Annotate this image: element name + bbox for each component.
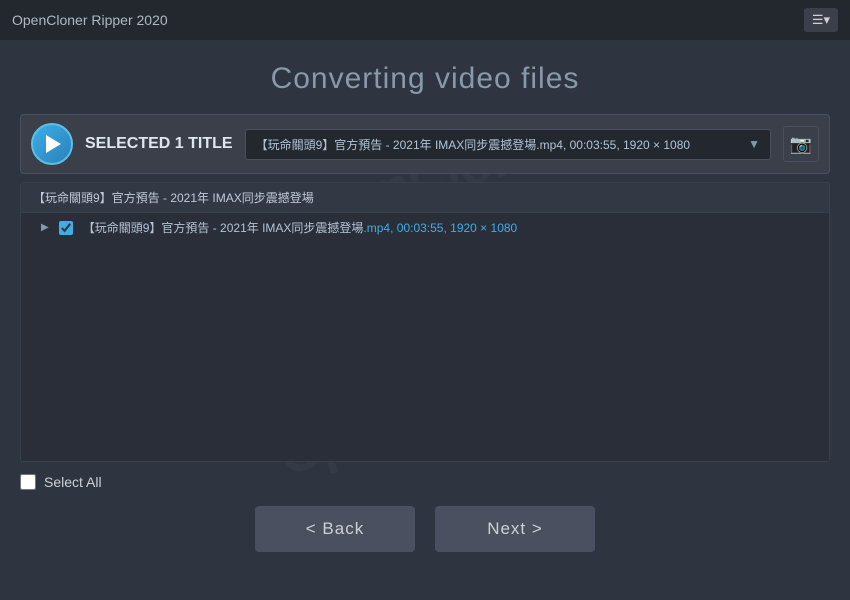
item-text-plain: 【玩命關頭9】官方預告 - 2021年 IMAX同步震撼登場 xyxy=(83,221,364,235)
select-all-label: Select All xyxy=(44,474,102,490)
next-button[interactable]: Next > xyxy=(435,506,595,552)
play-icon xyxy=(31,123,73,165)
camera-button[interactable]: 📷 xyxy=(783,126,819,162)
item-checkbox[interactable] xyxy=(59,221,73,235)
item-text: 【玩命關頭9】官方預告 - 2021年 IMAX同步震撼登場.mp4, 00:0… xyxy=(83,219,518,236)
play-triangle xyxy=(46,135,61,153)
file-list-container: 【玩命關頭9】官方預告 - 2021年 IMAX同步震撼登場 ▶ 【玩命關頭9】… xyxy=(20,182,830,462)
titlebar: OpenCloner Ripper 2020 ☰▾ xyxy=(0,0,850,40)
camera-icon: 📷 xyxy=(790,134,812,155)
menu-button[interactable]: ☰▾ xyxy=(804,8,838,32)
chevron-down-icon: ▼ xyxy=(748,137,760,151)
back-button[interactable]: < Back xyxy=(255,506,415,552)
item-text-highlight: .mp4, 00:03:55, 1920 × 1080 xyxy=(363,221,517,235)
file-list-header: 【玩命關頭9】官方預告 - 2021年 IMAX同步震撼登場 xyxy=(21,183,829,213)
bottom-area: Select All xyxy=(0,462,850,490)
title-dropdown[interactable]: 【玩命關頭9】官方預告 - 2021年 IMAX同步震撼登場.mp4, 00:0… xyxy=(245,129,771,160)
list-item: ▶ 【玩命關頭9】官方預告 - 2021年 IMAX同步震撼登場.mp4, 00… xyxy=(21,213,829,242)
nav-buttons: < Back Next > xyxy=(0,490,850,552)
select-all-checkbox[interactable] xyxy=(20,474,36,490)
select-all-container[interactable]: Select All xyxy=(20,474,102,490)
expand-arrow-icon: ▶ xyxy=(41,222,49,233)
app-title: OpenCloner Ripper 2020 xyxy=(12,12,168,28)
selected-label: SELECTED 1 TITLE xyxy=(85,135,233,153)
title-dropdown-text: 【玩命關頭9】官方預告 - 2021年 IMAX同步震撼登場.mp4, 00:0… xyxy=(256,136,691,153)
selected-title-bar: SELECTED 1 TITLE 【玩命關頭9】官方預告 - 2021年 IMA… xyxy=(20,114,830,174)
page-heading: Converting video files xyxy=(0,40,850,114)
